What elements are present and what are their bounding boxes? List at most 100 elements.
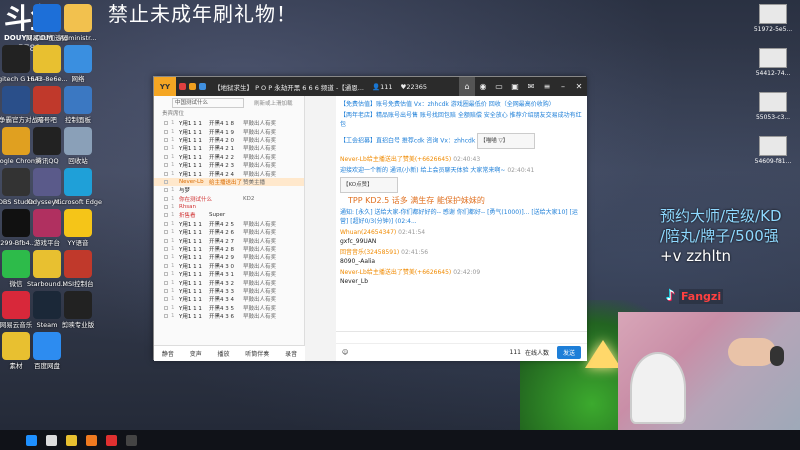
search-input[interactable]: 中国测试什么 xyxy=(172,97,244,108)
user-row[interactable]: 1 Y用1 1 1 开黑4 2 9 早鼓出人有奖 xyxy=(154,253,304,261)
gamepad-icon[interactable]: ◉ xyxy=(475,77,491,96)
user-row[interactable]: 1 Y用1 1 1 开黑4 2 0 早鼓出人有奖 xyxy=(154,136,304,144)
desktop-icon[interactable]: YY语音 xyxy=(48,209,108,247)
expand-icon[interactable] xyxy=(164,121,168,126)
menu-icon[interactable]: ≡ xyxy=(539,77,555,96)
folder-icon[interactable]: ▭ xyxy=(491,77,507,96)
mute-button[interactable]: 静音 xyxy=(162,349,174,358)
app-titlebar[interactable]: YY 【地狱求生】 P O P 永劫开黑 6 6 6 频道 -【通恩... 👤 … xyxy=(154,77,587,96)
home-icon[interactable]: ⌂ xyxy=(459,77,475,96)
chat-text: gxfc_99UAN xyxy=(340,238,377,245)
user-row[interactable]: 1 Y用1 1 1 开黑4 2 8 早鼓出人有奖 xyxy=(154,245,304,253)
emoji-icon[interactable]: ☺ xyxy=(342,349,348,356)
chat-input[interactable] xyxy=(336,331,587,343)
taskbar-app[interactable] xyxy=(82,430,100,450)
user-row[interactable]: 1 Rhsan xyxy=(154,203,304,211)
expand-icon[interactable] xyxy=(164,188,168,193)
expand-icon[interactable] xyxy=(164,314,168,319)
user-row[interactable]: 1 Y用1 1 1 开黑4 3 1 早鼓出人有奖 xyxy=(154,270,304,278)
user-row[interactable]: Never-Lb 给主播送出了 赞美主播 xyxy=(154,177,304,187)
gift-icon[interactable] xyxy=(189,83,196,90)
taskbar-app[interactable] xyxy=(22,430,40,450)
chat-time: 02:41:54 xyxy=(398,229,426,236)
chat-user[interactable]: 回音音乐(32458591) xyxy=(340,249,399,256)
record-icon[interactable] xyxy=(179,83,186,90)
chat-sticker-1[interactable]: 【喵喵 ▽】 xyxy=(477,133,536,149)
expand-icon[interactable] xyxy=(164,129,168,134)
expand-icon[interactable] xyxy=(164,305,168,310)
expand-icon[interactable] xyxy=(164,213,168,218)
desktop-file[interactable]: 55053-c3... xyxy=(750,92,796,121)
user-row[interactable]: 1 Y用1 1 1 开黑4 3 0 早鼓出人有奖 xyxy=(154,262,304,270)
voice-change-button[interactable]: 变声 xyxy=(190,349,202,358)
send-button[interactable]: 发送 xyxy=(556,346,581,359)
close-icon[interactable]: ✕ xyxy=(571,77,587,96)
expand-icon[interactable] xyxy=(164,247,168,252)
user-row[interactable]: 1 Y用1 1 1 开黑4 2 1 早鼓出人有奖 xyxy=(154,144,304,152)
expand-icon[interactable] xyxy=(164,137,168,142)
mail-icon[interactable]: ✉ xyxy=(523,77,539,96)
desktop-icon[interactable]: Administr... xyxy=(48,4,108,42)
desktop-icon[interactable]: MSI控制台 xyxy=(48,250,108,288)
desktop-file[interactable]: 51972-5e5... xyxy=(750,4,796,33)
refresh-hint[interactable]: 刷新或上滑加载 xyxy=(254,99,293,107)
user-level: 1 xyxy=(171,304,175,311)
expand-icon[interactable] xyxy=(164,171,168,176)
taskbar-app[interactable] xyxy=(42,430,60,450)
play-button[interactable]: 播放 xyxy=(217,349,229,358)
user-row[interactable]: 1 Y用1 1 1 开黑4 1 8 早鼓出人有奖 xyxy=(154,119,304,127)
chat-user[interactable]: Whuan(24654347) xyxy=(340,229,396,236)
expand-icon[interactable] xyxy=(164,238,168,243)
record-button[interactable]: 录音 xyxy=(285,349,297,358)
chat-user[interactable]: Never-Lb给主播送出了赞美(+6626645) xyxy=(340,156,451,163)
user-row[interactable]: 1 Y用1 1 1 开黑4 3 4 早鼓出人有奖 xyxy=(154,295,304,303)
expand-icon[interactable] xyxy=(164,205,168,210)
user-row[interactable]: 1 Y用1 1 1 开黑4 2 3 早鼓出人有奖 xyxy=(154,161,304,169)
user-row[interactable]: 1 Y用1 1 1 开黑4 3 3 早鼓出人有奖 xyxy=(154,287,304,295)
taskbar-app[interactable] xyxy=(102,430,120,450)
accompaniment-button[interactable]: 听筒伴奏 xyxy=(245,349,269,358)
share-icon[interactable] xyxy=(199,83,206,90)
expand-icon[interactable] xyxy=(164,221,168,226)
expand-icon[interactable] xyxy=(164,297,168,302)
taskbar-app[interactable] xyxy=(62,430,80,450)
user-row[interactable]: 1 Y用1 1 1 开黑4 2 6 早鼓出人有奖 xyxy=(154,228,304,236)
user-row[interactable]: 1 Y用1 1 1 开黑4 2 2 早鼓出人有奖 xyxy=(154,153,304,161)
taskbar-app[interactable] xyxy=(122,430,140,450)
user-row[interactable]: 1 与梦 xyxy=(154,186,304,194)
user-row[interactable]: 1 折售看 Super xyxy=(154,211,304,219)
user-name: Y用1 1 1 xyxy=(179,238,202,245)
expand-icon[interactable] xyxy=(164,196,168,201)
expand-icon[interactable] xyxy=(164,272,168,277)
recycle-bin-icon xyxy=(64,127,92,155)
desktop-icon[interactable]: 剪映专业版 xyxy=(48,291,108,329)
desktop-icon[interactable]: 百度网盘 xyxy=(17,332,77,370)
desktop-file[interactable]: 54412-74... xyxy=(750,48,796,77)
desktop-icon[interactable]: 网络 xyxy=(48,45,108,83)
chat-user[interactable]: Never-Lb给主播送出了赞美(+6626645) xyxy=(340,269,451,276)
expand-icon[interactable] xyxy=(164,289,168,293)
expand-icon[interactable] xyxy=(164,163,168,168)
desktop-file[interactable]: 54609-f81... xyxy=(750,136,796,165)
expand-icon[interactable] xyxy=(164,230,168,235)
user-row[interactable]: 1 你在测试什么 KD2 xyxy=(154,195,304,203)
user-row[interactable]: 1 Y用1 1 1 开黑4 3 2 早鼓出人有奖 xyxy=(154,278,304,287)
user-row[interactable]: 1 Y用1 1 1 开黑4 3 6 早鼓出人有奖 xyxy=(154,312,304,320)
user-row[interactable]: 1 Y用1 1 1 开黑4 2 4 早鼓出人有奖 xyxy=(154,169,304,178)
expand-icon[interactable] xyxy=(164,280,168,285)
desktop-icon[interactable]: 回收站 xyxy=(48,127,108,165)
desktop-icon[interactable]: Microsoft Edge xyxy=(48,168,108,206)
user-row[interactable]: 1 Y用1 1 1 开黑4 2 5 早鼓出人有奖 xyxy=(154,220,304,228)
chat-sticker-2[interactable]: 【KO点赞】 xyxy=(340,177,398,193)
screen-icon[interactable]: ▣ xyxy=(507,77,523,96)
expand-icon[interactable] xyxy=(164,154,168,159)
user-row[interactable]: 1 Y用1 1 1 开黑4 1 9 早鼓出人有奖 xyxy=(154,127,304,136)
expand-icon[interactable] xyxy=(164,255,168,260)
desktop-icon[interactable]: 控制面板 xyxy=(48,86,108,124)
expand-icon[interactable] xyxy=(164,179,168,184)
expand-icon[interactable] xyxy=(164,263,168,268)
minimize-icon[interactable]: – xyxy=(555,77,571,96)
user-row[interactable]: 1 Y用1 1 1 开黑4 2 7 早鼓出人有奖 xyxy=(154,236,304,245)
expand-icon[interactable] xyxy=(164,146,168,151)
user-row[interactable]: 1 Y用1 1 1 开黑4 3 5 早鼓出人有奖 xyxy=(154,304,304,312)
